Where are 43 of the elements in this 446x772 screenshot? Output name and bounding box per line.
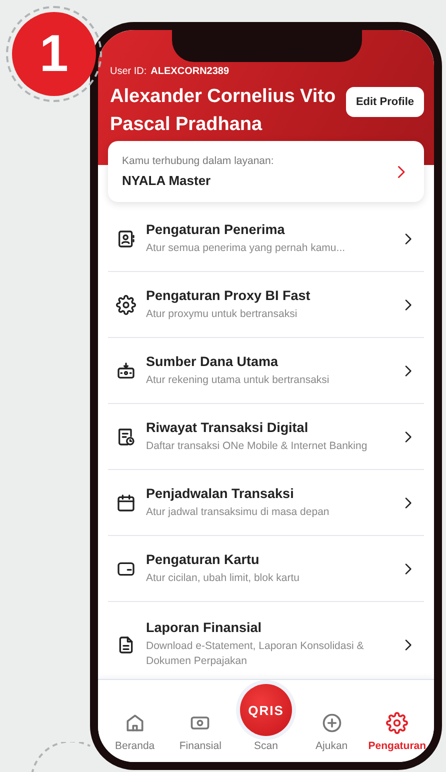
calendar-icon [116,492,136,512]
plus-circle-icon [320,712,343,734]
menu-item[interactable]: Sumber Dana Utama Atur rekening utama untuk bertransaksi [108,338,424,404]
menu-subtitle: Download e-Statement, Laporan Konsolidasi & Dokumen Perpajakan [146,639,365,669]
menu-subtitle: Atur proxymu untuk bertransaksi [146,306,298,322]
service-caption: Kamu terhubung dalam layanan: [122,155,275,167]
qris-logo[interactable]: QRIS [240,684,292,736]
menu-subtitle: Atur semua penerima yang pernah kamu... [146,240,346,256]
menu-item[interactable]: Penjadwalan Transaksi Atur jadwal transaksimu di masa depan [108,470,424,536]
receipt-clock-icon [116,426,136,446]
settings-icon [386,712,408,734]
nav-tab[interactable]: Beranda [102,712,168,752]
contact-card-icon [116,228,136,248]
menu-title: Penjadwalan Transaksi [146,486,295,500]
user-id-label: User ID: [110,66,147,77]
wallet-download-icon [116,360,136,380]
menu-title: Sumber Dana Utama [146,354,280,368]
menu-item[interactable]: Pengaturan Penerima Atur semua penerima yang pernah kamu... [108,206,424,272]
gear-icon [116,294,136,314]
menu-title: Pengaturan Kartu [146,552,260,566]
nav-tab[interactable]: QRIS Scan [233,684,299,752]
menu-item[interactable]: Laporan Finansial Download e-Statement, Laporan Konsolidasi & Dokumen Perpajakan [108,602,424,679]
nav-tab[interactable]: Ajukan [298,712,364,752]
service-card[interactable]: Kamu terhubung dalam layanan: NYALA Master [108,141,424,202]
service-name: NYALA Master [122,173,212,188]
nav-tab[interactable]: Finansial [168,712,234,752]
step-number: 1 [12,12,96,96]
menu-item[interactable]: Pengaturan Proxy BI Fast Atur proxymu untuk bertransaksi [108,272,424,338]
menu-item[interactable]: Pengaturan Kartu Atur cicilan, ubah limit, blok kartu [108,536,424,602]
menu-title: Laporan Finansial [146,620,263,635]
user-name: Alexander Cornelius Vito Pascal Pradhana [110,85,337,137]
menu-subtitle: Daftar transaksi ONe Mobile & Internet Banking [146,438,368,454]
menu-title: Pengaturan Proxy BI Fast [146,288,312,302]
menu-subtitle: Atur jadwal transaksimu di masa depan [146,504,330,520]
nav-tab[interactable]: Pengaturan [364,712,430,752]
edit-profile-button[interactable]: Edit Profile [346,87,424,117]
menu-item[interactable]: Riwayat Transaksi Digital Daftar transaksi ONe Mobile & Internet Banking [108,404,424,470]
menu-title: Riwayat Transaksi Digital [146,420,310,434]
menu-title: Pengaturan Penerima [146,222,286,236]
user-id: ALEXCORN2389 [150,66,230,77]
dashed-arc [30,742,92,772]
menu-subtitle: Atur rekening utama untuk bertransaksi [146,372,330,388]
menu-subtitle: Atur cicilan, ubah limit, blok kartu [146,570,300,586]
